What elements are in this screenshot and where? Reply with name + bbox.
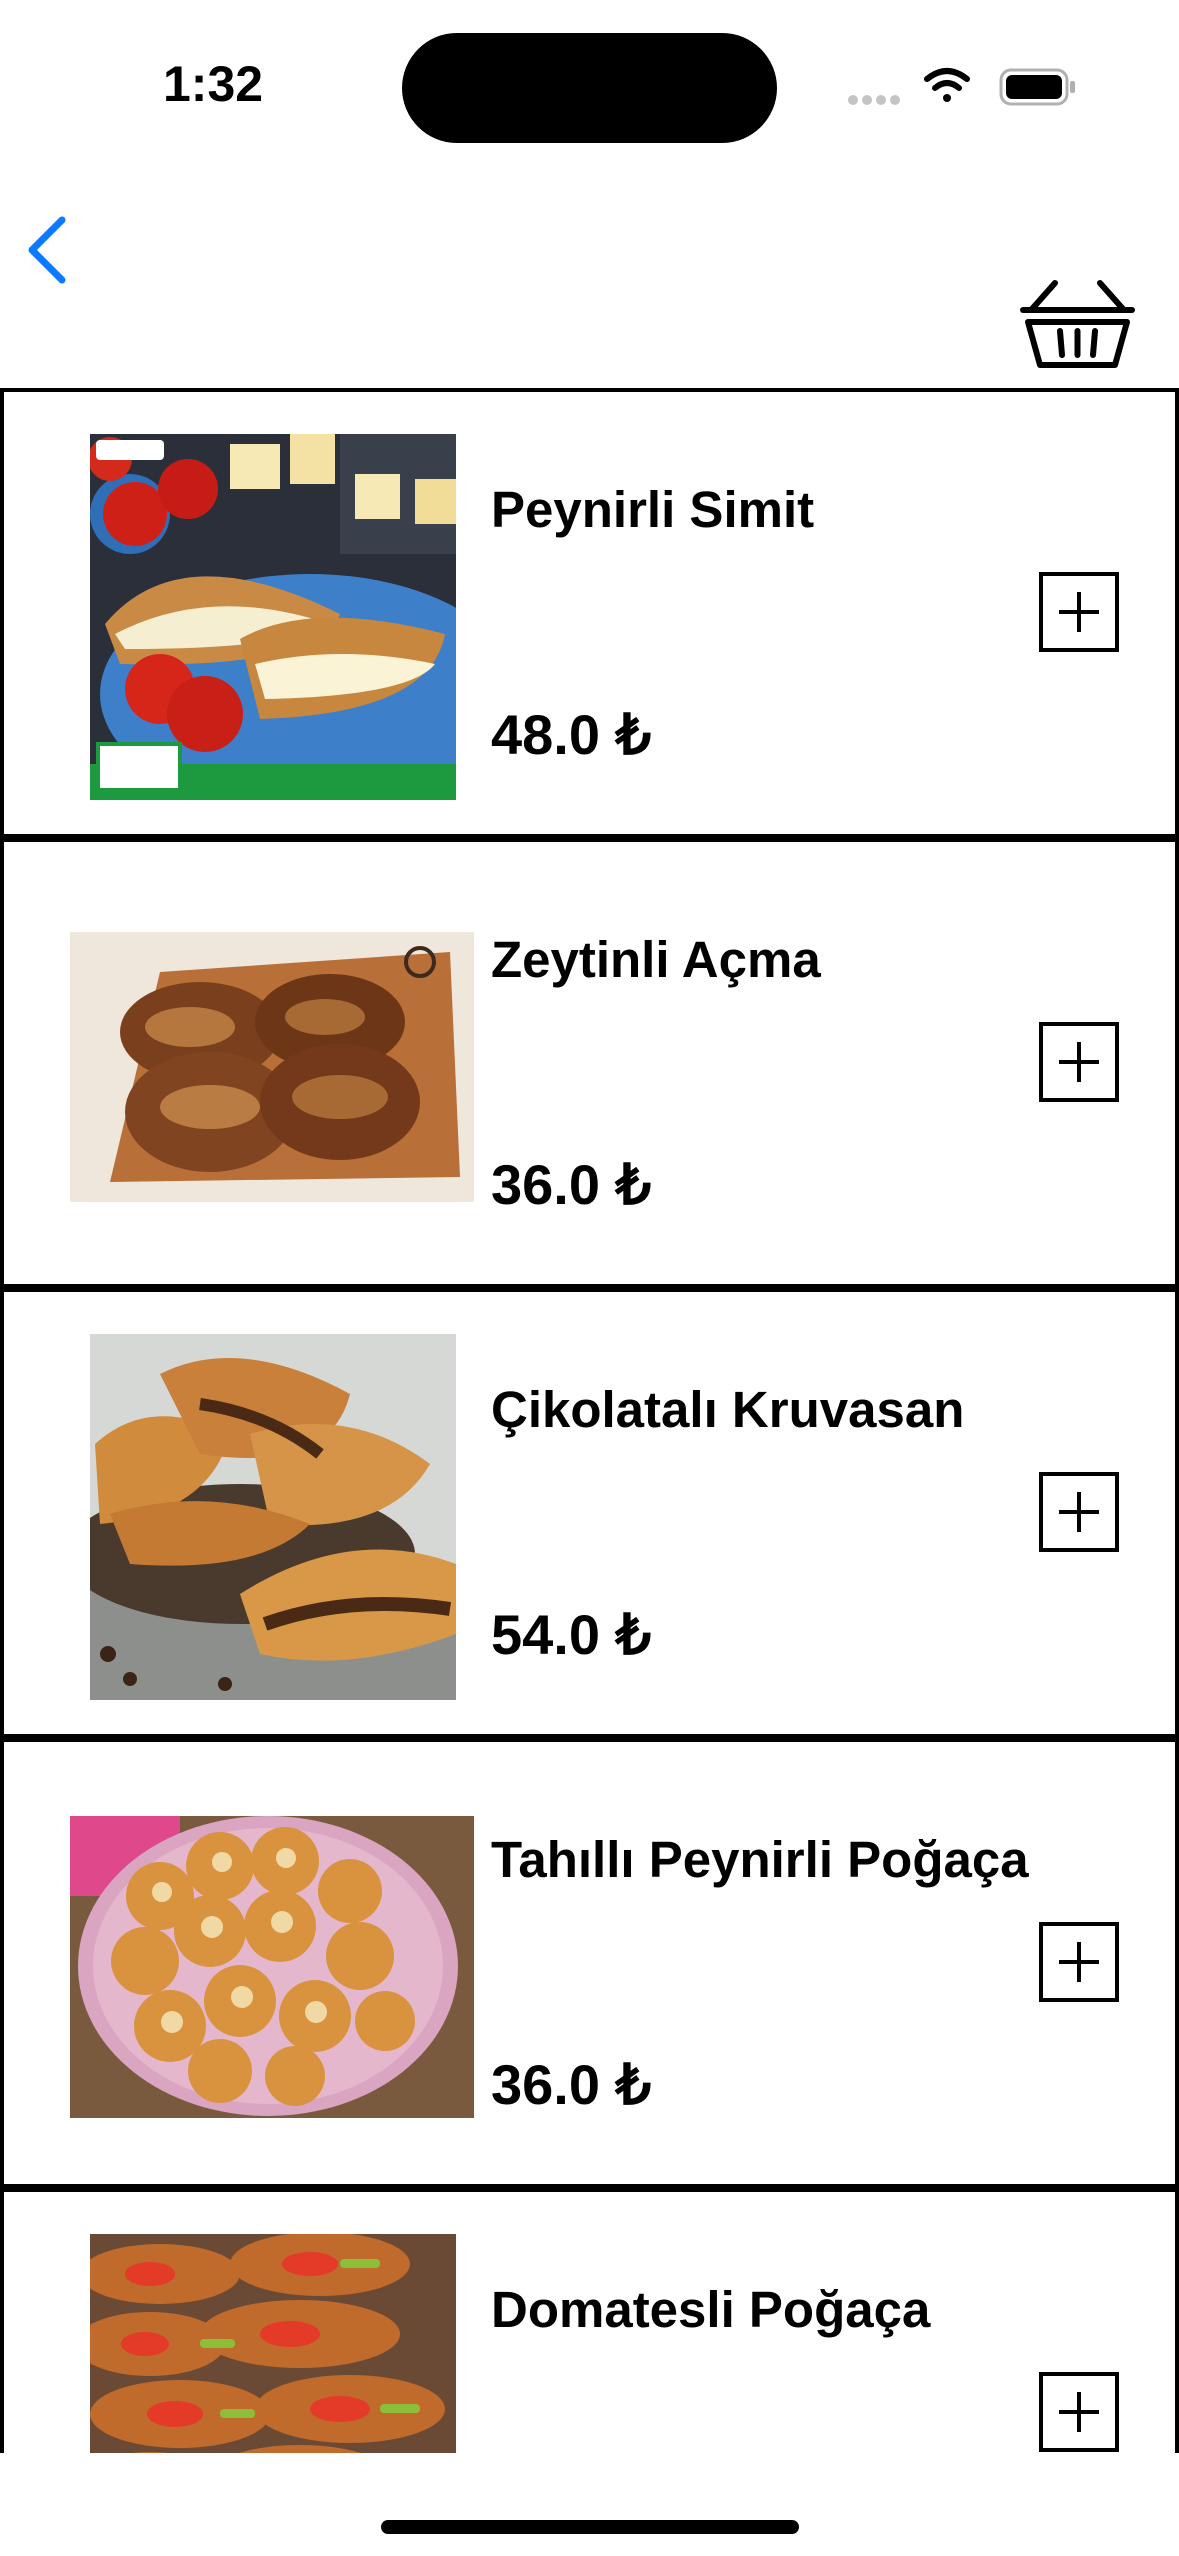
- product-list: Peynirli Simit 48.0 ₺ Zeytinli Açma 36.0…: [0, 388, 1179, 2453]
- product-price: 48.0 ₺: [491, 703, 652, 766]
- add-to-basket-button[interactable]: [1039, 1472, 1119, 1552]
- cellular-signal-icon: [848, 95, 900, 105]
- product-image: [90, 434, 456, 800]
- chevron-left-icon: [28, 216, 66, 284]
- product-price: 54.0 ₺: [491, 1603, 652, 1666]
- product-name: Peynirli Simit: [491, 481, 815, 538]
- product-name: Domatesli Poğaça: [491, 2281, 931, 2338]
- navigation-bar: [0, 175, 1179, 390]
- product-image: [70, 932, 474, 1202]
- add-to-basket-button[interactable]: [1039, 1022, 1119, 1102]
- product-image: [70, 1816, 474, 2118]
- status-bar: 1:32: [0, 0, 1179, 175]
- back-button[interactable]: [18, 200, 78, 300]
- product-card[interactable]: Zeytinli Açma 36.0 ₺: [0, 838, 1179, 1288]
- product-name: Tahıllı Peynirli Poğaça: [491, 1831, 1029, 1888]
- basket-button[interactable]: [1020, 275, 1135, 375]
- product-card[interactable]: Çikolatalı Kruvasan 54.0 ₺: [0, 1288, 1179, 1738]
- basket-icon: [1020, 280, 1135, 368]
- home-indicator[interactable]: [381, 2520, 799, 2534]
- product-price: 36.0 ₺: [491, 2053, 652, 2116]
- product-card[interactable]: Peynirli Simit 48.0 ₺: [0, 388, 1179, 838]
- add-to-basket-button[interactable]: [1039, 572, 1119, 652]
- product-price: 36.0 ₺: [491, 1153, 652, 1216]
- status-icons: [845, 62, 1085, 112]
- product-image: [90, 2234, 456, 2453]
- status-time: 1:32: [163, 56, 264, 112]
- product-name: Zeytinli Açma: [491, 931, 821, 988]
- bottom-safe-area: [0, 2453, 1179, 2556]
- product-name: Çikolatalı Kruvasan: [491, 1381, 965, 1438]
- dynamic-island: [402, 33, 777, 143]
- add-to-basket-button[interactable]: [1039, 2372, 1119, 2452]
- add-to-basket-button[interactable]: [1039, 1922, 1119, 2002]
- product-card[interactable]: Tahıllı Peynirli Poğaça 36.0 ₺: [0, 1738, 1179, 2188]
- wifi-icon: [924, 68, 970, 102]
- product-card[interactable]: Domatesli Poğaça: [0, 2188, 1179, 2453]
- battery-icon: [999, 68, 1075, 106]
- product-image: [90, 1334, 456, 1700]
